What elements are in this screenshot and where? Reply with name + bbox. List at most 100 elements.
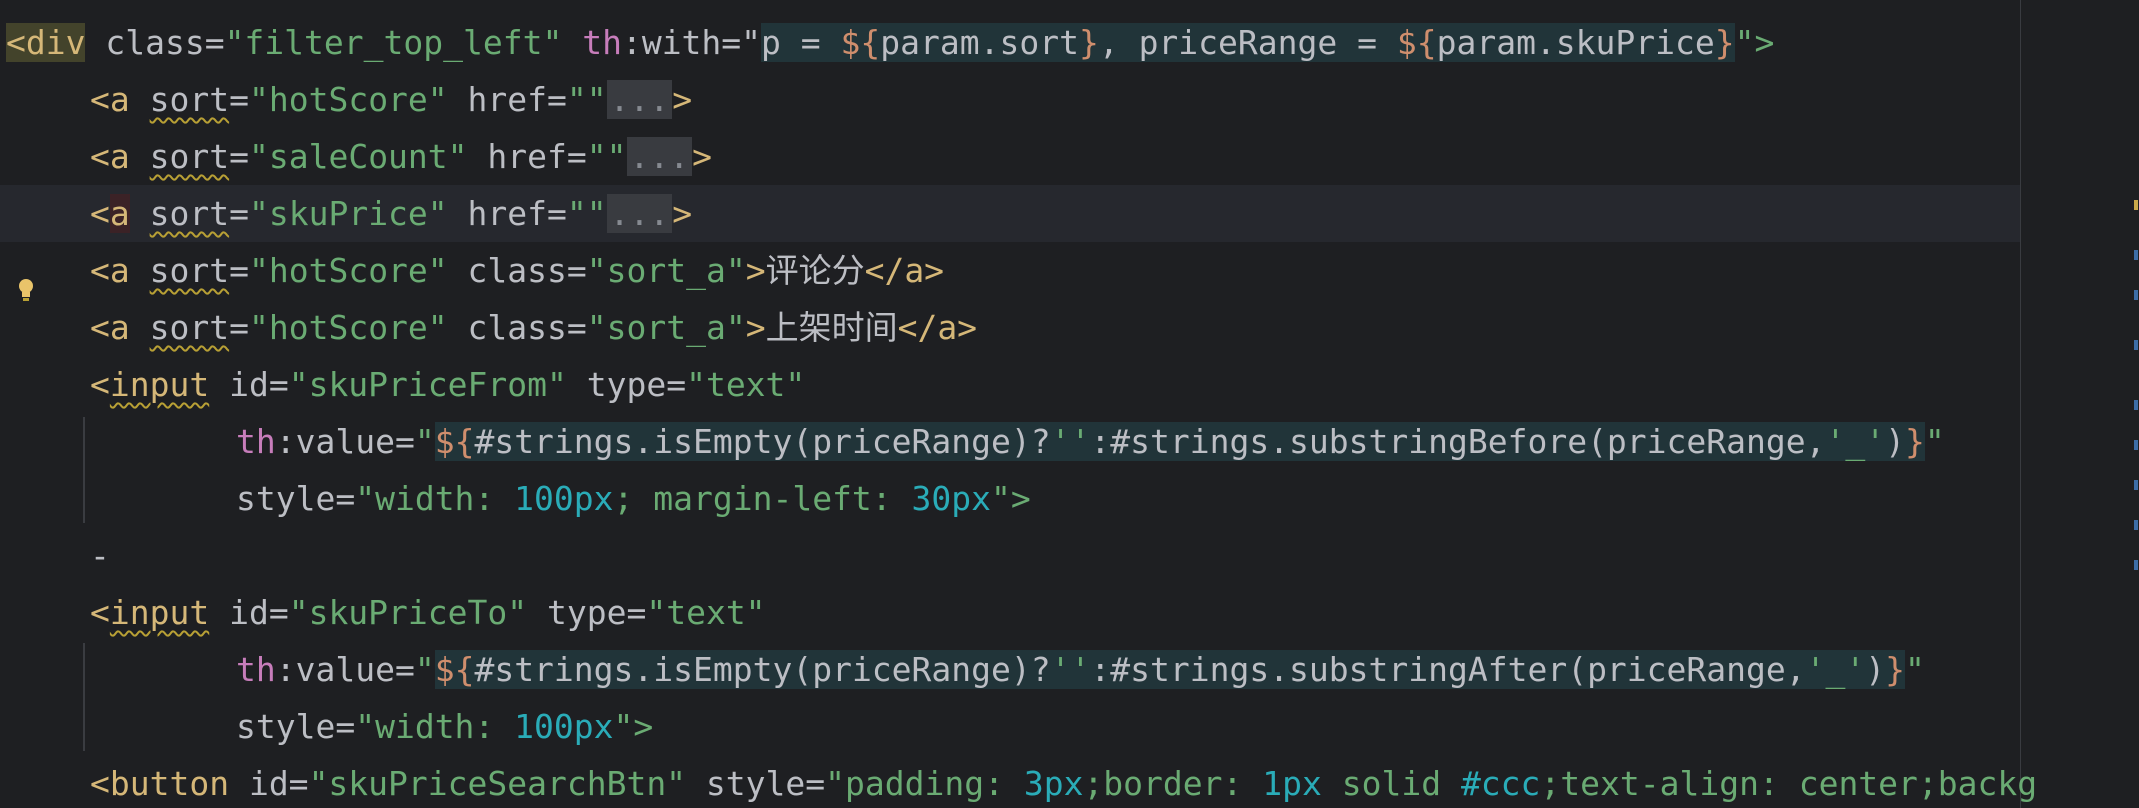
token-expr: , priceRange = xyxy=(1098,23,1397,62)
code-line[interactable]: th:value="${#strings.isEmpty(priceRange)… xyxy=(0,413,2020,470)
code-line[interactable]: <input id="skuPriceFrom" type="text" xyxy=(0,356,2020,413)
token-string: "hotScore" xyxy=(248,251,448,290)
token-attr: id= xyxy=(229,764,309,803)
token-string: "filter_top_left" xyxy=(224,23,563,62)
token-tag-match: a xyxy=(109,194,130,233)
folded-region[interactable]: ... xyxy=(606,194,673,233)
token-expr: param.sort xyxy=(880,23,1079,62)
error-stripe-mark[interactable] xyxy=(2134,520,2138,530)
token-expr: :#strings.substringAfter(priceRange, xyxy=(1090,650,1806,689)
folded-region[interactable]: ... xyxy=(626,137,693,176)
token-attr: type= xyxy=(527,593,647,632)
token-attr: id= xyxy=(209,593,289,632)
error-stripe-mark[interactable] xyxy=(2134,340,2138,350)
token-string: "text" xyxy=(686,365,806,404)
code-line[interactable]: <div class="filter_top_left" th:with="p … xyxy=(0,14,2020,71)
error-stripe-mark[interactable] xyxy=(2134,290,2138,300)
token-number: 30px xyxy=(911,479,992,518)
token-tag: > xyxy=(692,137,712,176)
code-line[interactable]: - xyxy=(0,527,2020,584)
token-string: "> xyxy=(1734,23,1775,62)
code-line-current[interactable]: <a sort="skuPrice" href=""...> xyxy=(0,185,2020,242)
code-line[interactable]: style="width: 100px; margin-left: 30px"> xyxy=(0,470,2020,527)
token-string: ;border: xyxy=(1083,764,1263,803)
token-brace: ${ xyxy=(1396,23,1437,62)
code-line[interactable]: <a sort="hotScore" href=""...> xyxy=(0,71,2020,128)
token-string: " xyxy=(1904,650,1925,689)
token-string: "> xyxy=(991,479,1031,518)
token-string: '_' xyxy=(1825,422,1886,461)
token-number: 3px xyxy=(1023,764,1084,803)
token-namespace: th xyxy=(582,23,622,62)
token-string: " xyxy=(1924,422,1945,461)
token-string: solid xyxy=(1321,764,1461,803)
token-string: "padding: xyxy=(825,764,1024,803)
token-div-tag: <div xyxy=(6,23,86,62)
error-stripe-mark[interactable] xyxy=(2134,440,2138,450)
code-line[interactable]: <button id="skuPriceSearchBtn" style="pa… xyxy=(0,755,2139,808)
token-tag: < xyxy=(90,365,110,404)
token-attr: :with=" xyxy=(621,23,762,62)
code-line[interactable]: th:value="${#strings.isEmpty(priceRange)… xyxy=(0,641,2020,698)
token-number: 100px xyxy=(514,707,614,746)
token-tag: < xyxy=(90,593,110,632)
token-attr: = xyxy=(229,80,249,119)
token-attr: = xyxy=(229,137,249,176)
token-expr: ) xyxy=(1885,422,1905,461)
token-string: "width: xyxy=(355,479,515,518)
token-attr: href= xyxy=(447,194,567,233)
token-attr: :value= xyxy=(275,650,415,689)
code-line[interactable]: <a sort="hotScore" class="sort_a">评论分</a… xyxy=(0,242,2020,299)
token-text: - xyxy=(90,536,110,575)
code-editor[interactable]: <div class="filter_top_left" th:with="p … xyxy=(0,0,2139,808)
token-attr: type= xyxy=(566,365,687,404)
token-tag: </a> xyxy=(864,251,945,290)
token-string: " xyxy=(414,650,435,689)
token-brace: ${ xyxy=(434,422,475,461)
token-tag: > xyxy=(745,251,766,290)
error-stripe-mark[interactable] xyxy=(2134,480,2138,490)
token-string: ;text-align: xyxy=(1540,764,1799,803)
code-line[interactable]: <a sort="hotScore" class="sort_a">上架时间</… xyxy=(0,299,2020,356)
token-tag: < xyxy=(90,194,110,233)
code-line[interactable]: style="width: 100px"> xyxy=(0,698,2020,755)
token-attr-warning: sort xyxy=(149,137,230,176)
token-string: "skuPriceTo" xyxy=(288,593,528,632)
token-string: "sort_a" xyxy=(586,251,746,290)
token-number: 1px xyxy=(1262,764,1322,803)
error-stripe-mark[interactable] xyxy=(2134,560,2138,570)
token-string: "" xyxy=(586,137,627,176)
token-tag: > xyxy=(745,308,766,347)
token-expr: param.skuPrice xyxy=(1436,23,1715,62)
token-tag: <a xyxy=(90,80,130,119)
token-attr-warning: sort xyxy=(149,308,230,347)
code-line[interactable]: <input id="skuPriceTo" type="text" xyxy=(0,584,2020,641)
token-text: 上架时间 xyxy=(765,308,898,347)
token-attr: class= xyxy=(85,23,225,62)
error-stripe-mark[interactable] xyxy=(2134,250,2138,260)
token-string: center xyxy=(1798,764,1918,803)
token-tag: </a> xyxy=(897,308,978,347)
token-expr: #strings.isEmpty(priceRange)? xyxy=(474,422,1051,461)
token-attr: = xyxy=(229,251,249,290)
error-stripe-mark[interactable] xyxy=(2134,200,2138,210)
token-string: '' xyxy=(1050,422,1091,461)
token-number: #ccc xyxy=(1460,764,1541,803)
token-attr-warning: sort xyxy=(149,251,230,290)
folded-region[interactable]: ... xyxy=(606,80,673,119)
token-string: "text" xyxy=(646,593,766,632)
token-string: "skuPriceSearchBtn" xyxy=(308,764,687,803)
error-stripe-mark[interactable] xyxy=(2134,400,2138,410)
token-string: ;backg xyxy=(1917,764,2038,803)
code-line[interactable]: <a sort="saleCount" href=""...> xyxy=(0,128,2020,301)
token-namespace: th xyxy=(236,650,276,689)
token-attr: style= xyxy=(686,764,826,803)
token-expr: p = xyxy=(761,23,841,62)
token-attr: = xyxy=(229,308,249,347)
token-brace: } xyxy=(1078,23,1099,62)
